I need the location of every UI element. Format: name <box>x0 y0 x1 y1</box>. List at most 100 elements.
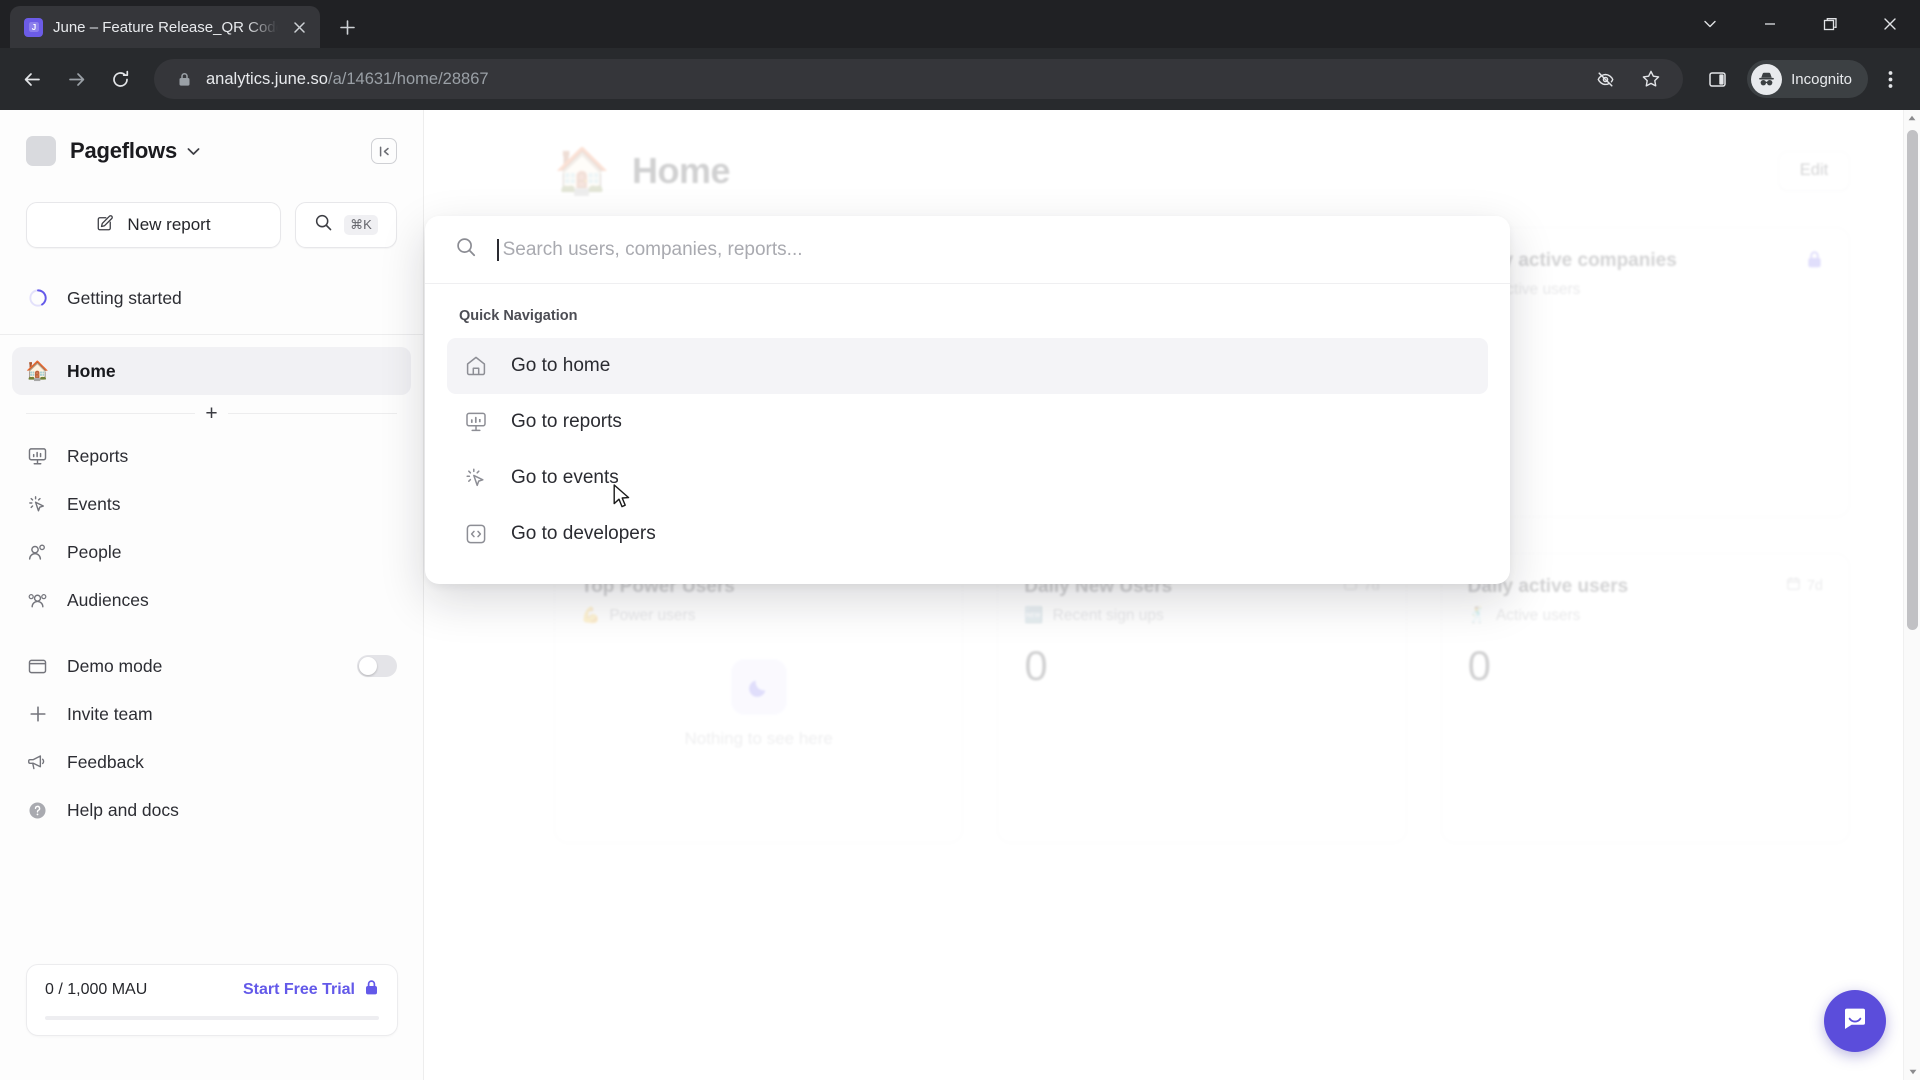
command-item-go-to-reports[interactable]: Go to reports <box>447 394 1488 450</box>
command-palette-input[interactable] <box>502 238 1480 261</box>
people-icon <box>26 542 49 563</box>
house-emoji-icon: 🏠 <box>25 361 50 382</box>
page-viewport: Pageflows New report ⌘K Getting started … <box>0 110 1920 1080</box>
browser-toolbar: analytics.june.so/a/14631/home/28867 Inc… <box>0 48 1920 110</box>
mouse-cursor <box>613 484 633 510</box>
start-free-trial-link[interactable]: Start Free Trial <box>243 979 379 1001</box>
sidebar-item-invite-team[interactable]: Invite team <box>12 690 411 738</box>
reports-icon <box>26 446 49 467</box>
sidebar-item-getting-started[interactable]: Getting started <box>12 274 411 322</box>
window-maximize-icon[interactable] <box>1800 2 1860 46</box>
sidebar-item-home-label: Home <box>67 360 116 381</box>
site-lock-icon <box>174 72 194 87</box>
address-bar-url: analytics.june.so/a/14631/home/28867 <box>194 70 1585 89</box>
browser-tab[interactable]: J June – Feature Release_QR Code <box>10 6 320 48</box>
tab-title: June – Feature Release_QR Code <box>53 18 278 36</box>
collapse-sidebar-button[interactable] <box>371 138 397 164</box>
sidebar-item-invite-team-label: Invite team <box>67 703 153 724</box>
sidebar-item-reports-label: Reports <box>67 445 129 466</box>
text-caret <box>497 238 499 261</box>
address-bar[interactable]: analytics.june.so/a/14631/home/28867 <box>154 59 1684 99</box>
chevron-down-icon[interactable] <box>187 144 200 159</box>
new-report-label: New report <box>127 215 211 234</box>
sidebar-actions: New report ⌘K <box>26 202 397 248</box>
url-host: analytics.june.so <box>206 69 328 88</box>
scroll-up-arrow-icon[interactable] <box>1904 110 1920 126</box>
sidebar-divider <box>0 334 423 335</box>
svg-text:J: J <box>31 23 35 32</box>
events-cursor-icon <box>26 494 49 515</box>
sidebar-nav-secondary: Reports Events People Audiences <box>26 432 397 624</box>
intercom-chat-button[interactable] <box>1824 990 1886 1052</box>
plus-icon[interactable]: + <box>205 403 217 424</box>
forward-button[interactable] <box>56 59 96 99</box>
command-item-label: Go to home <box>511 355 611 376</box>
sidebar-item-audiences-label: Audiences <box>67 589 149 610</box>
workspace-logo <box>26 136 56 166</box>
window-close-icon[interactable] <box>1860 2 1920 46</box>
search-shortcut-kbd: ⌘K <box>344 215 378 235</box>
command-item-go-to-developers[interactable]: Go to developers <box>447 506 1488 562</box>
start-free-trial-label: Start Free Trial <box>242 981 355 998</box>
tab-close-icon[interactable] <box>288 16 310 38</box>
tab-search-icon[interactable] <box>1680 2 1740 46</box>
reports-icon <box>463 410 489 434</box>
audiences-icon <box>26 590 49 611</box>
demo-mode-toggle[interactable] <box>357 655 397 677</box>
command-item-go-to-events[interactable]: Go to events <box>447 450 1488 506</box>
divider-right <box>227 413 398 414</box>
sidebar-item-feedback[interactable]: Feedback <box>12 738 411 786</box>
reload-button[interactable] <box>100 59 140 99</box>
browser-tabstrip: J June – Feature Release_QR Code <box>0 0 1920 48</box>
sidebar-item-home[interactable]: 🏠 Home <box>12 347 411 395</box>
sidebar-item-reports[interactable]: Reports <box>12 432 411 480</box>
sidebar-item-demo-mode-label: Demo mode <box>67 655 163 676</box>
command-item-go-to-home[interactable]: Go to home <box>447 338 1488 394</box>
scroll-down-arrow-icon[interactable] <box>1904 1064 1920 1080</box>
lock-icon <box>364 979 379 1001</box>
search-icon <box>455 236 477 263</box>
command-palette-group-label: Quick Navigation <box>459 308 578 324</box>
new-tab-button[interactable] <box>330 10 364 44</box>
sidebar-item-help-and-docs[interactable]: Help and docs <box>12 786 411 834</box>
sidebar-add-row[interactable]: + <box>0 403 423 424</box>
demo-mode-icon <box>26 656 49 677</box>
back-button[interactable] <box>12 59 52 99</box>
divider-left <box>26 413 196 414</box>
bookmark-star-icon[interactable] <box>1631 59 1671 99</box>
sidebar-item-help-and-docs-label: Help and docs <box>67 799 179 820</box>
browser-menu-icon[interactable] <box>1872 59 1908 99</box>
sidebar-item-people-label: People <box>67 541 122 562</box>
workspace-name: Pageflows <box>70 138 178 163</box>
profile-name: Incognito <box>1791 70 1852 88</box>
page-scrollbar[interactable] <box>1903 110 1920 1080</box>
home-outline-icon <box>463 354 489 378</box>
workspace-switcher[interactable]: Pageflows <box>26 128 397 174</box>
command-palette: Quick Navigation Go to home Go to report… <box>425 216 1510 584</box>
sidebar-item-events-label: Events <box>67 493 121 514</box>
mau-progress-bar <box>45 1016 379 1020</box>
mau-count-label: 0 / 1,000 MAU <box>45 981 148 998</box>
sidebar-getting-started-group: Getting started <box>26 274 397 322</box>
sidebar-item-people[interactable]: People <box>12 528 411 576</box>
mau-usage-card[interactable]: 0 / 1,000 MAU Start Free Trial <box>26 964 398 1036</box>
help-circle-icon <box>26 800 49 821</box>
command-item-label: Go to developers <box>511 523 656 544</box>
plus-icon <box>26 704 49 724</box>
window-minimize-icon[interactable] <box>1740 2 1800 46</box>
side-panel-icon[interactable] <box>1697 59 1737 99</box>
command-item-label: Go to reports <box>511 411 622 432</box>
url-path: /a/14631/home/28867 <box>328 69 489 88</box>
events-cursor-icon <box>463 466 489 490</box>
sidebar-item-events[interactable]: Events <box>12 480 411 528</box>
sidebar-item-audiences[interactable]: Audiences <box>12 576 411 624</box>
sidebar-item-demo-mode[interactable]: Demo mode <box>12 642 411 690</box>
tracking-protection-icon[interactable] <box>1585 59 1625 99</box>
command-palette-results: Quick Navigation Go to home Go to report… <box>425 284 1510 584</box>
new-report-button[interactable]: New report <box>26 202 281 248</box>
command-palette-search[interactable] <box>425 216 1510 284</box>
profile-incognito-pill[interactable]: Incognito <box>1747 60 1868 98</box>
sidebar-search-button[interactable]: ⌘K <box>295 202 397 248</box>
scrollbar-thumb[interactable] <box>1907 130 1918 630</box>
edit-square-icon <box>96 213 115 237</box>
